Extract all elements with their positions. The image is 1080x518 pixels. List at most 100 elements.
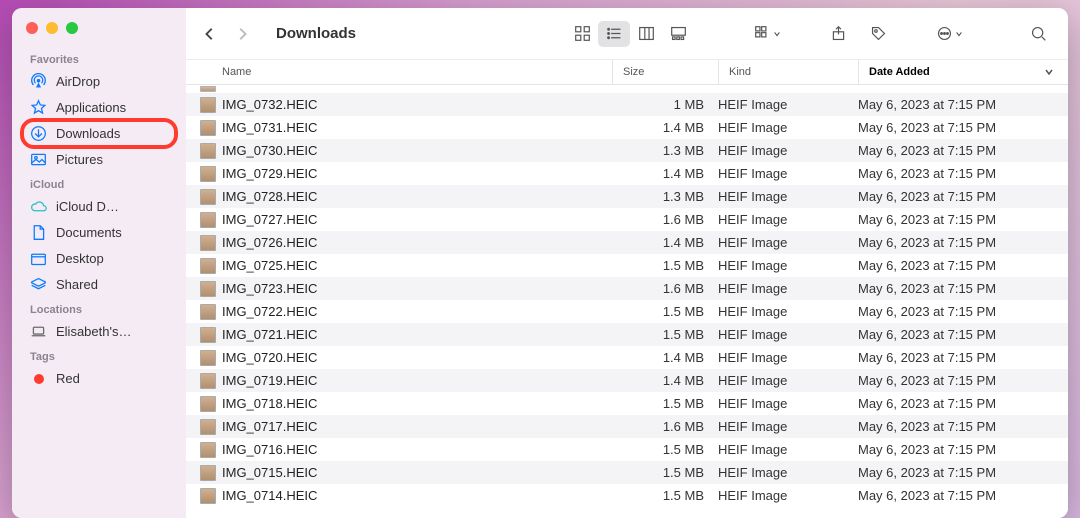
file-row[interactable]: IMG_0716.HEIC1.5 MBHEIF ImageMay 6, 2023…	[186, 438, 1068, 461]
file-row[interactable]: IMG_0721.HEIC1.5 MBHEIF ImageMay 6, 2023…	[186, 323, 1068, 346]
sidebar-item-icloud-d-[interactable]: iCloud D…	[12, 194, 186, 219]
file-name: IMG_0730.HEIC	[222, 143, 618, 158]
forward-button[interactable]	[228, 20, 256, 48]
sidebar-item-airdrop[interactable]: AirDrop	[12, 69, 186, 94]
sidebar-item-applications[interactable]: Applications	[12, 95, 186, 120]
file-name: IMG_0732.HEIC	[222, 97, 618, 112]
file-size: 1.5 MB	[618, 327, 718, 342]
file-row[interactable]: IMG_0728.HEIC1.3 MBHEIF ImageMay 6, 2023…	[186, 185, 1068, 208]
file-size: 1.6 MB	[618, 281, 718, 296]
file-row[interactable]: IMG_0717.HEIC1.6 MBHEIF ImageMay 6, 2023…	[186, 415, 1068, 438]
file-row[interactable]: IMG_0732.HEIC1 MBHEIF ImageMay 6, 2023 a…	[186, 93, 1068, 116]
file-row[interactable]: IMG_0714.HEIC1.5 MBHEIF ImageMay 6, 2023…	[186, 484, 1068, 507]
file-list[interactable]: IMG_0732.HEIC1 MBHEIF ImageMay 6, 2023 a…	[186, 85, 1068, 518]
file-row[interactable]: IMG_0731.HEIC1.4 MBHEIF ImageMay 6, 2023…	[186, 116, 1068, 139]
window-title: Downloads	[276, 25, 356, 42]
sidebar-item-label: Applications	[56, 100, 126, 115]
file-thumbnail-icon	[200, 465, 216, 481]
sidebar-item-desktop[interactable]: Desktop	[12, 246, 186, 271]
list-view-button[interactable]	[598, 21, 630, 47]
file-size: 1 MB	[618, 97, 718, 112]
sidebar-item-label: Desktop	[56, 251, 104, 266]
file-row[interactable]: IMG_0730.HEIC1.3 MBHEIF ImageMay 6, 2023…	[186, 139, 1068, 162]
apps-icon	[30, 99, 47, 116]
file-date-added: May 6, 2023 at 7:15 PM	[858, 488, 1068, 503]
doc-icon	[30, 224, 47, 241]
action-menu-button[interactable]	[928, 21, 970, 47]
file-row[interactable]	[186, 85, 1068, 93]
file-name: IMG_0719.HEIC	[222, 373, 618, 388]
file-date-added: May 6, 2023 at 7:15 PM	[858, 373, 1068, 388]
sidebar-item-label: Pictures	[56, 152, 103, 167]
sidebar-item-elisabeth-s-[interactable]: Elisabeth's…	[12, 319, 186, 344]
file-row[interactable]: IMG_0722.HEIC1.5 MBHEIF ImageMay 6, 2023…	[186, 300, 1068, 323]
file-kind: HEIF Image	[718, 166, 858, 181]
file-thumbnail-icon	[200, 488, 216, 504]
file-thumbnail-icon	[200, 419, 216, 435]
file-date-added: May 6, 2023 at 7:15 PM	[858, 120, 1068, 135]
file-date-added: May 6, 2023 at 7:15 PM	[858, 97, 1068, 112]
column-view-button[interactable]	[630, 21, 662, 47]
sidebar-item-downloads[interactable]: Downloads	[12, 121, 186, 146]
pictures-icon	[30, 151, 47, 168]
file-date-added: May 6, 2023 at 7:15 PM	[858, 189, 1068, 204]
back-button[interactable]	[196, 20, 224, 48]
cloud-icon	[30, 198, 47, 215]
column-header-name[interactable]: Name	[222, 66, 612, 78]
shared-icon	[30, 276, 47, 293]
file-size: 1.6 MB	[618, 419, 718, 434]
file-row[interactable]: IMG_0719.HEIC1.4 MBHEIF ImageMay 6, 2023…	[186, 369, 1068, 392]
file-kind: HEIF Image	[718, 97, 858, 112]
gallery-view-button[interactable]	[662, 21, 694, 47]
close-window-button[interactable]	[26, 22, 38, 34]
file-row[interactable]: IMG_0726.HEIC1.4 MBHEIF ImageMay 6, 2023…	[186, 231, 1068, 254]
icon-view-button[interactable]	[566, 21, 598, 47]
column-header-date-added[interactable]: Date Added	[858, 60, 1068, 84]
share-button[interactable]	[822, 21, 854, 47]
chevron-down-icon	[1044, 67, 1054, 77]
sidebar-item-pictures[interactable]: Pictures	[12, 147, 186, 172]
group-by-button[interactable]	[746, 21, 788, 47]
file-row[interactable]: IMG_0723.HEIC1.6 MBHEIF ImageMay 6, 2023…	[186, 277, 1068, 300]
file-row[interactable]: IMG_0718.HEIC1.5 MBHEIF ImageMay 6, 2023…	[186, 392, 1068, 415]
file-date-added: May 6, 2023 at 7:15 PM	[858, 235, 1068, 250]
column-header-size[interactable]: Size	[612, 60, 718, 84]
sidebar-section-header: Locations	[12, 298, 186, 318]
file-kind: HEIF Image	[718, 419, 858, 434]
file-kind: HEIF Image	[718, 327, 858, 342]
minimize-window-button[interactable]	[46, 22, 58, 34]
file-size: 1.4 MB	[618, 120, 718, 135]
window-controls	[12, 18, 186, 48]
sidebar-item-shared[interactable]: Shared	[12, 272, 186, 297]
tags-button[interactable]	[862, 21, 894, 47]
file-row[interactable]: IMG_0715.HEIC1.5 MBHEIF ImageMay 6, 2023…	[186, 461, 1068, 484]
sidebar-item-label: Red	[56, 371, 80, 386]
sidebar-section-header: Tags	[12, 345, 186, 365]
file-row[interactable]: IMG_0725.HEIC1.5 MBHEIF ImageMay 6, 2023…	[186, 254, 1068, 277]
file-name: IMG_0725.HEIC	[222, 258, 618, 273]
file-kind: HEIF Image	[718, 281, 858, 296]
file-kind: HEIF Image	[718, 396, 858, 411]
file-kind: HEIF Image	[718, 120, 858, 135]
column-header-kind[interactable]: Kind	[718, 60, 858, 84]
file-thumbnail-icon	[200, 166, 216, 182]
sidebar-item-red[interactable]: Red	[12, 366, 186, 391]
file-thumbnail-icon	[200, 97, 216, 113]
zoom-window-button[interactable]	[66, 22, 78, 34]
file-kind: HEIF Image	[718, 143, 858, 158]
file-row[interactable]: IMG_0720.HEIC1.4 MBHEIF ImageMay 6, 2023…	[186, 346, 1068, 369]
search-button[interactable]	[1022, 21, 1054, 47]
file-kind: HEIF Image	[718, 488, 858, 503]
file-kind: HEIF Image	[718, 212, 858, 227]
file-size: 1.3 MB	[618, 143, 718, 158]
file-row[interactable]: IMG_0729.HEIC1.4 MBHEIF ImageMay 6, 2023…	[186, 162, 1068, 185]
sidebar-item-label: Elisabeth's…	[56, 324, 131, 339]
file-row[interactable]: IMG_0727.HEIC1.6 MBHEIF ImageMay 6, 2023…	[186, 208, 1068, 231]
sidebar-item-documents[interactable]: Documents	[12, 220, 186, 245]
file-name: IMG_0726.HEIC	[222, 235, 618, 250]
file-date-added: May 6, 2023 at 7:15 PM	[858, 143, 1068, 158]
file-name: IMG_0722.HEIC	[222, 304, 618, 319]
nav-arrows	[196, 20, 256, 48]
file-thumbnail-icon	[200, 350, 216, 366]
file-name: IMG_0720.HEIC	[222, 350, 618, 365]
